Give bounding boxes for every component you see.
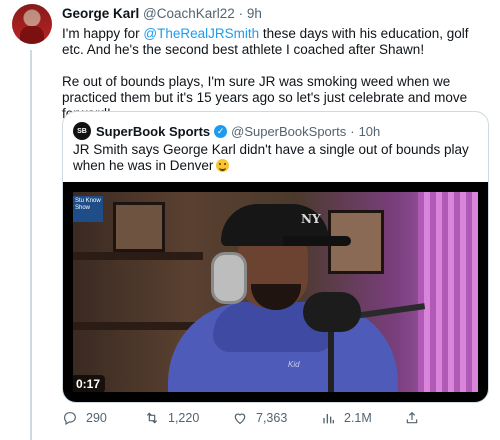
tweet-text-part1: I'm happy for xyxy=(62,26,144,41)
author-handle[interactable]: @CoachKarl22 xyxy=(143,6,235,21)
quoted-tweet-text: JR Smith says George Karl didn't have a … xyxy=(73,142,473,174)
quoted-author-name[interactable]: SuperBook Sports xyxy=(96,124,210,139)
cap-logo: NY xyxy=(301,212,321,226)
microphone xyxy=(303,292,361,332)
views-button[interactable]: 2.1M xyxy=(320,410,372,426)
quoted-tweet-time[interactable]: 10h xyxy=(359,124,381,139)
retweet-icon xyxy=(146,412,158,424)
header-separator: · xyxy=(238,6,244,21)
quoted-separator: · xyxy=(350,123,355,139)
quoted-tweet-card[interactable]: SB SuperBook Sports ✓ @SuperBookSports ·… xyxy=(62,111,489,403)
channel-badge: Stu Know Show xyxy=(73,196,103,222)
quoted-author-handle[interactable]: @SuperBookSports xyxy=(231,124,346,139)
video-duration: 0:17 xyxy=(71,375,106,393)
verified-badge-icon: ✓ xyxy=(214,124,228,138)
mention-link[interactable]: @TheRealJRSmith xyxy=(143,26,259,41)
quoted-tweet-header: SB SuperBook Sports ✓ @SuperBookSports ·… xyxy=(73,122,380,140)
video-player[interactable]: NY Kid Stu Know Show 0:17 xyxy=(63,182,488,402)
author-avatar[interactable] xyxy=(12,4,52,44)
reply-button[interactable]: 290 xyxy=(62,410,107,426)
reply-count: 290 xyxy=(86,411,107,425)
hoodie-mark: Kid xyxy=(288,360,300,369)
retweet-button[interactable]: 1,220 xyxy=(144,410,199,426)
reply-icon xyxy=(64,412,76,426)
views-count: 2.1M xyxy=(344,411,372,425)
quoted-author-avatar[interactable]: SB xyxy=(73,122,91,140)
like-count: 7,363 xyxy=(256,411,288,425)
tweet-header: George Karl @CoachKarl22 · 9h xyxy=(62,6,262,21)
thread-line xyxy=(30,50,32,440)
video-frame: NY Kid Stu Know Show xyxy=(73,192,478,392)
author-name[interactable]: George Karl xyxy=(62,6,139,21)
tweet-text: I'm happy for @TheRealJRSmith these days… xyxy=(62,26,490,122)
quoted-text-body: JR Smith says George Karl didn't have a … xyxy=(73,142,469,173)
share-button[interactable] xyxy=(404,410,428,426)
like-button[interactable]: 7,363 xyxy=(232,410,287,426)
share-icon xyxy=(406,411,418,424)
views-icon xyxy=(323,414,334,424)
tweet-actions: 290 1,220 7,363 2.1M xyxy=(62,410,492,432)
grinning-face-emoji-icon xyxy=(216,159,230,172)
retweet-count: 1,220 xyxy=(168,411,200,425)
tweet-time[interactable]: 9h xyxy=(247,6,262,21)
like-icon xyxy=(234,413,246,425)
